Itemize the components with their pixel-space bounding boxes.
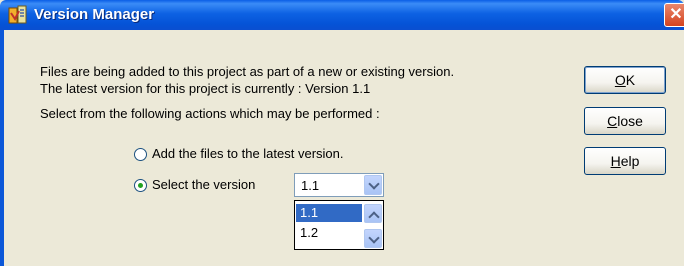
message-line-3: Select from the following actions which …: [40, 106, 380, 121]
close-icon: ✕: [669, 6, 683, 23]
version-dropdown-list[interactable]: 1.1 1.2: [294, 200, 384, 250]
version-manager-app-icon: [8, 5, 27, 24]
help-button[interactable]: Help: [584, 147, 666, 175]
close-button[interactable]: Close: [584, 107, 666, 135]
version-select[interactable]: 1.1: [294, 173, 384, 197]
chevron-down-icon: [368, 232, 380, 244]
help-label-rest: elp: [620, 153, 640, 169]
list-scroll-up-button[interactable]: [364, 204, 382, 223]
version-option-1-1[interactable]: 1.1: [296, 204, 362, 222]
ok-label-rest: K: [625, 72, 636, 88]
add-latest-label[interactable]: Add the files to the latest version.: [152, 146, 344, 161]
chevron-down-icon: [368, 178, 380, 190]
window-close-button[interactable]: ✕: [664, 3, 684, 27]
select-version-radio[interactable]: [134, 179, 147, 192]
message-line-1: Files are being added to this project as…: [40, 64, 455, 79]
ok-button[interactable]: OK: [584, 66, 666, 94]
version-dropdown-button[interactable]: [364, 175, 382, 195]
close-label-mnemonic: C: [607, 113, 618, 129]
list-scroll-down-button[interactable]: [364, 229, 382, 248]
help-label-mnemonic: H: [610, 153, 621, 169]
ok-label-mnemonic: O: [614, 72, 626, 88]
chevron-up-icon: [368, 211, 380, 223]
title-bar[interactable]: Version Manager ✕: [0, 0, 684, 30]
close-label-rest: lose: [617, 113, 643, 129]
version-option-1-2[interactable]: 1.2: [296, 224, 362, 242]
version-select-value: 1.1: [301, 178, 320, 193]
window-title: Version Manager: [34, 6, 155, 23]
select-version-label[interactable]: Select the version: [152, 177, 255, 192]
message-line-2: The latest version for this project is c…: [40, 81, 371, 96]
add-latest-radio[interactable]: [134, 148, 147, 161]
